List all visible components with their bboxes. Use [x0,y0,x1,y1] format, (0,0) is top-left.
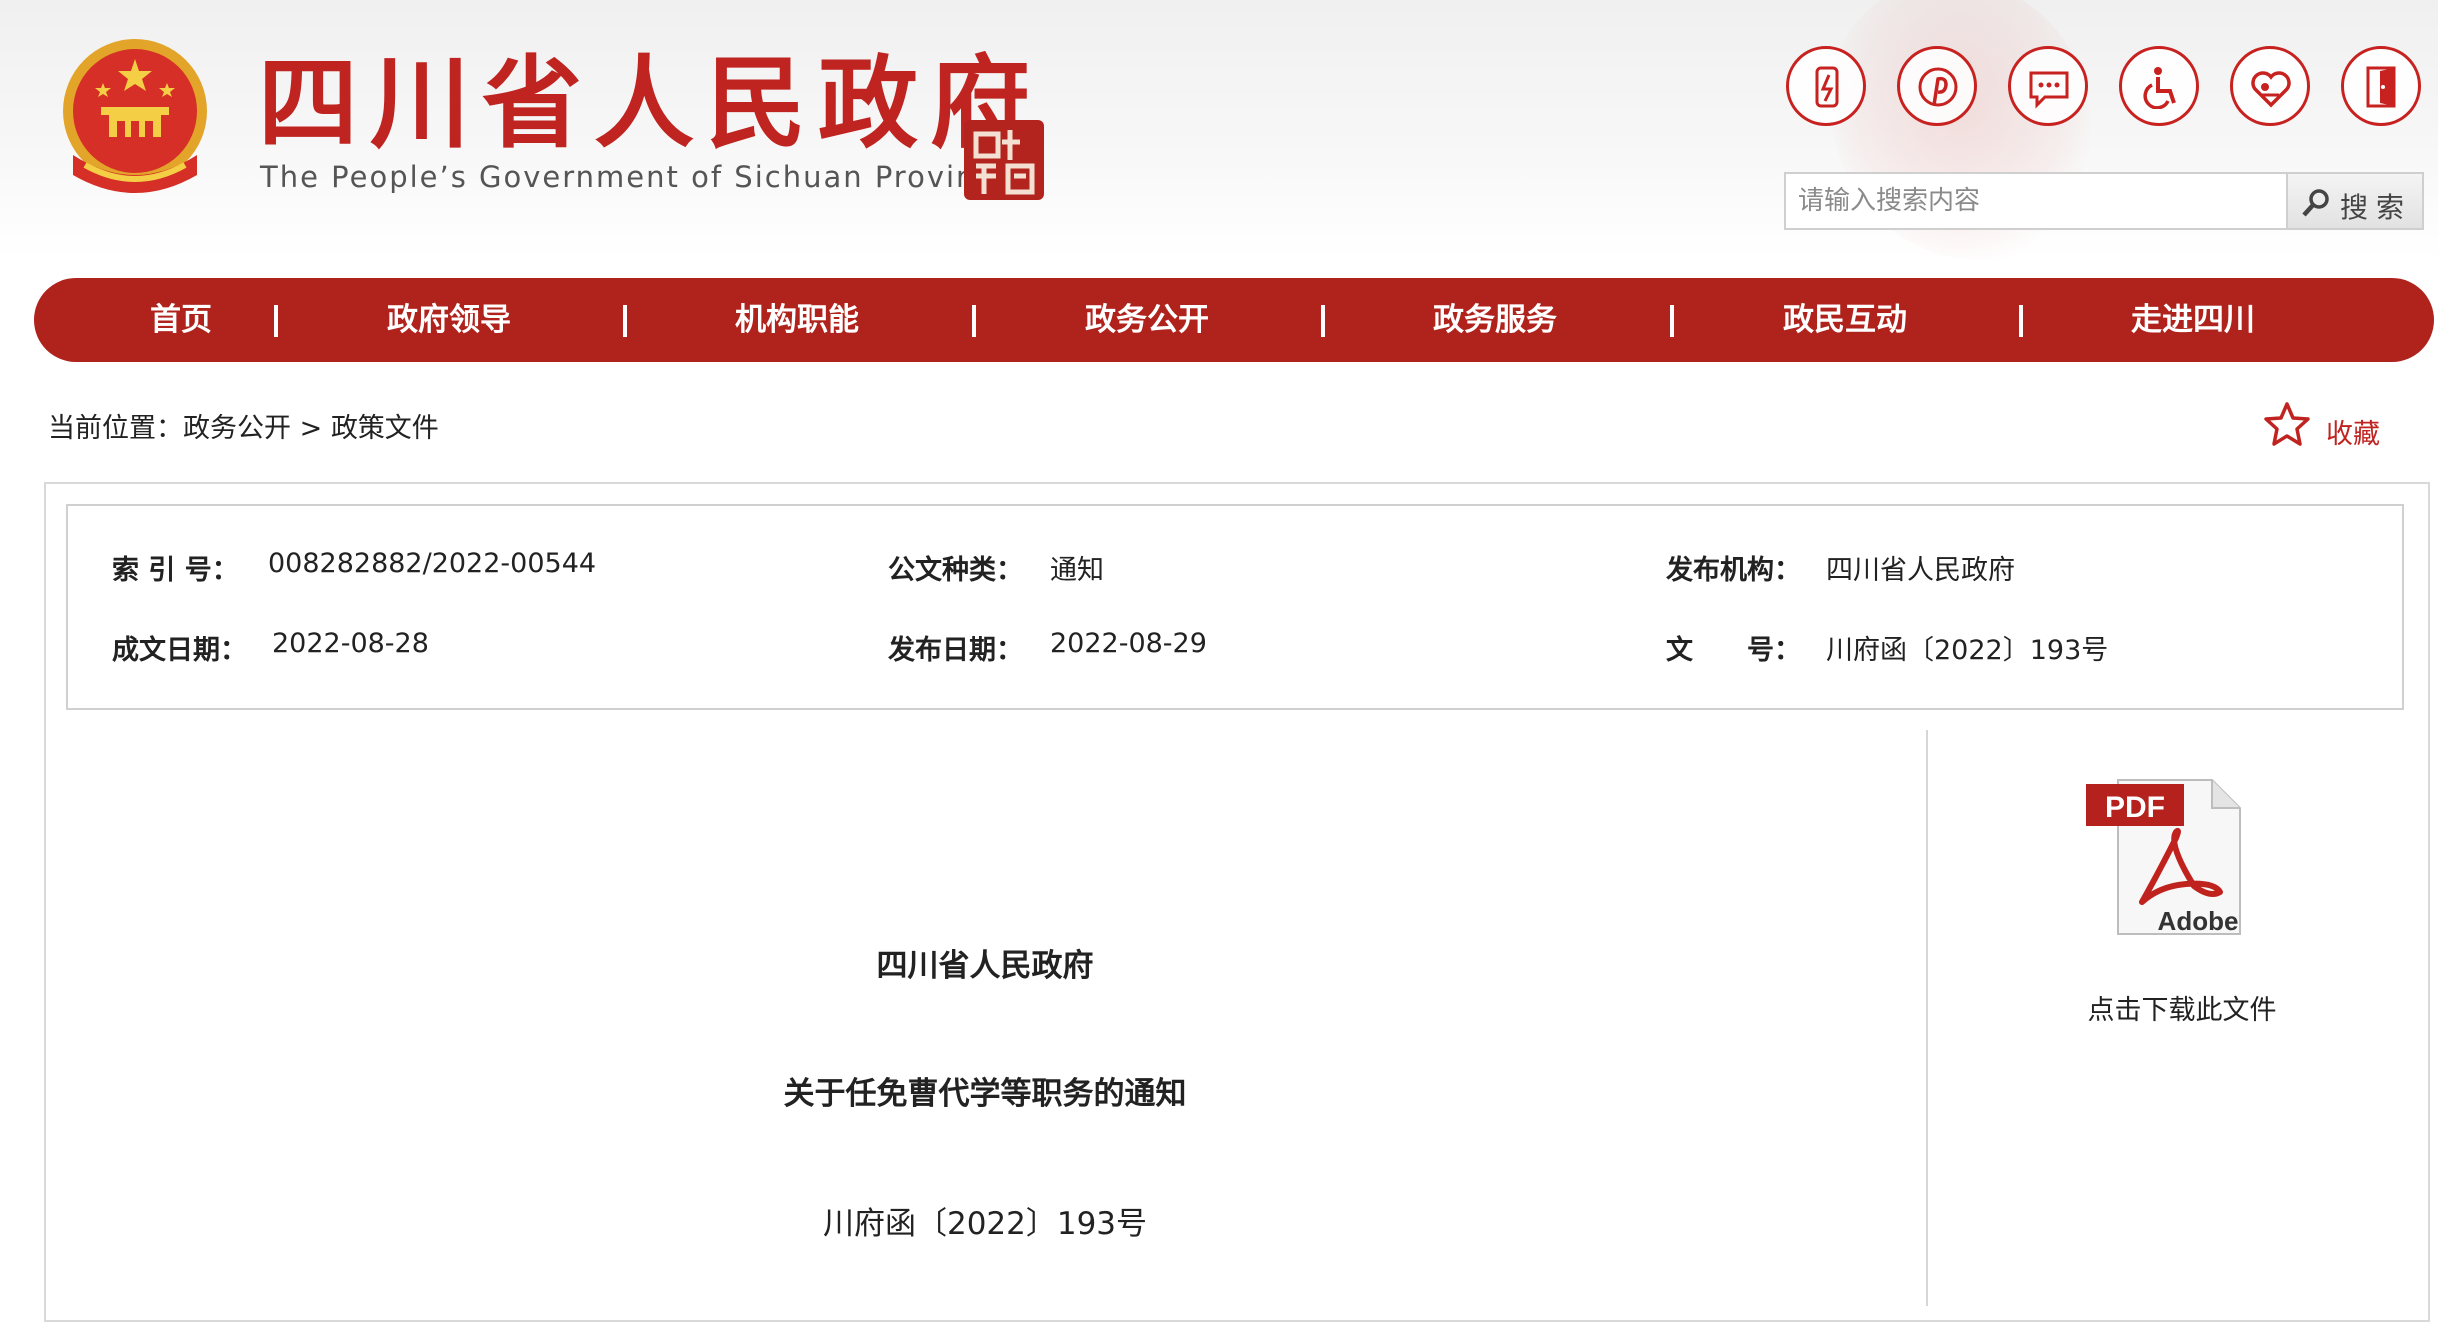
search-icon [2302,189,2329,217]
pdf-brand-text: Adobe [2158,906,2239,936]
accessibility-toolbar [1786,46,2421,130]
site-title: 四川省人民政府 [258,44,1042,162]
nav-item-home[interactable]: 首页 [150,278,212,362]
star-icon [2264,402,2310,446]
favorite-label: 收藏 [2326,419,2380,450]
national-emblem-icon [63,39,207,193]
site-header: 四川省人民政府 The People’s Government of Sichu… [0,0,2438,260]
nav-item-services[interactable]: 政务服务 [1433,278,1557,362]
index-label: 索 引 号： [112,555,239,586]
message-icon[interactable] [2008,46,2088,126]
nav-item-institutions[interactable]: 机构职能 [735,278,859,362]
door-icon[interactable] [2341,46,2421,126]
nav-item-interaction[interactable]: 政民互动 [1783,278,1907,362]
nav-item-leaders[interactable]: 政府领导 [387,278,511,362]
search-button[interactable]: 搜索 [2286,172,2424,230]
breadcrumb-prefix: 当前位置： [48,413,183,444]
breadcrumb-separator: > [299,413,323,444]
published-date-value: 2022-08-29 [1050,628,1207,659]
download-file-link[interactable]: 点击下载此文件 [1926,988,2438,1027]
search-button-label: 搜索 [2340,191,2413,224]
breadcrumb: 当前位置：政务公开 > 政策文件 [48,406,439,445]
doc-type-value: 通知 [1050,555,1104,586]
nav-separator [1321,305,1325,337]
nav-item-about-sichuan[interactable]: 走进四川 [2131,278,2255,362]
nav-separator [274,305,278,337]
breadcrumb-item-policy-docs[interactable]: 政策文件 [331,413,439,444]
doc-type-label: 公文种类： [888,555,1023,586]
nav-separator [972,305,976,337]
doc-number-value: 川府函〔2022〕193号 [1826,635,2109,666]
index-value: 008282882/2022-00544 [268,548,597,579]
nav-item-gov-affairs[interactable]: 政务公开 [1085,278,1209,362]
issuer-label: 发布机构： [1666,555,1801,586]
document-metadata: 索 引 号： 008282882/2022-00544 公文种类： 通知 发布机… [66,504,2404,710]
pinterest-icon[interactable] [1897,46,1977,126]
issuer-value: 四川省人民政府 [1826,555,2015,586]
document-number: 川府函〔2022〕193号 [822,1206,1148,1242]
document-issuer: 四川省人民政府 [876,948,1094,984]
mobile-icon[interactable] [1786,46,1866,126]
china-sichuan-seal-icon [964,120,1044,200]
created-date-label: 成文日期： [112,635,247,666]
main-nav: 首页 政府领导 机构职能 政务公开 政务服务 政民互动 走进四川 [34,278,2434,362]
doc-number-label: 文 号： [1666,635,1801,666]
nav-separator [2019,305,2023,337]
elderly-care-icon[interactable] [2230,46,2310,126]
pdf-badge-text: PDF [2105,791,2165,824]
site-subtitle: The People’s Government of Sichuan Provi… [260,160,1015,194]
breadcrumb-item-gov-affairs[interactable]: 政务公开 [183,413,291,444]
nav-separator [1670,305,1674,337]
created-date-value: 2022-08-28 [272,628,429,659]
search-bar: 搜索 [1784,172,2424,230]
pdf-icon[interactable]: PDF Adobe [2082,774,2246,940]
document-title: 关于任免曹代学等职务的通知 [783,1076,1187,1112]
nav-separator [623,305,627,337]
published-date-label: 发布日期： [888,635,1023,666]
search-input[interactable] [1784,172,2286,230]
accessibility-icon[interactable] [2119,46,2199,126]
